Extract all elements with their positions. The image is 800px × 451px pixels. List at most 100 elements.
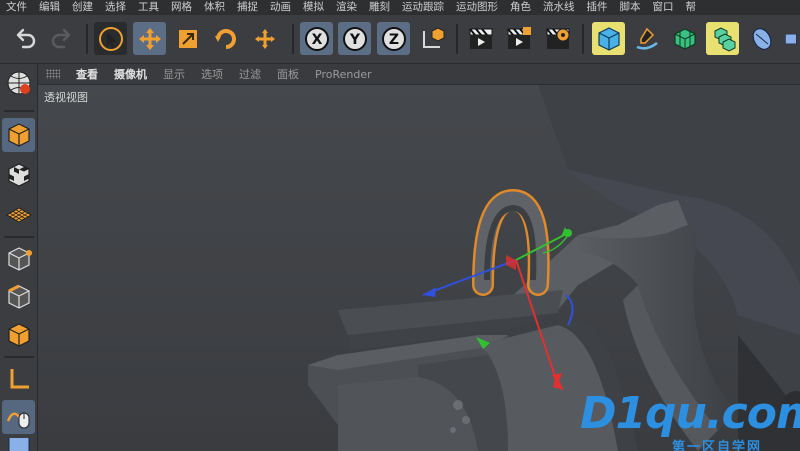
menu-tools[interactable]: 工具 xyxy=(132,0,165,15)
viewport-menu-options[interactable]: 选项 xyxy=(193,66,231,82)
menu-create[interactable]: 创建 xyxy=(66,0,99,15)
edges-mode-button[interactable] xyxy=(2,280,35,314)
cube-button[interactable] xyxy=(592,22,625,55)
menu-bar: 文件 编辑 创建 选择 工具 网格 体积 捕捉 动画 模拟 渲染 雕刻 运动跟踪… xyxy=(0,0,800,15)
polygons-mode-button[interactable] xyxy=(2,318,35,352)
toolbar-divider xyxy=(292,24,294,54)
texture-mode-button[interactable] xyxy=(2,158,35,192)
transform-tool-button[interactable] xyxy=(248,22,281,55)
scene-icon xyxy=(785,33,797,44)
toolbar-divider xyxy=(456,24,458,54)
scene-button[interactable] xyxy=(783,22,800,55)
menu-script[interactable]: 脚本 xyxy=(614,0,647,15)
menu-mesh[interactable]: 网格 xyxy=(165,0,198,15)
scale-tool-button[interactable] xyxy=(171,22,204,55)
z-axis-lock-button[interactable]: Z xyxy=(377,22,410,55)
deformer-icon xyxy=(752,27,771,50)
pen-button[interactable] xyxy=(630,22,663,55)
menu-simulate[interactable]: 模拟 xyxy=(297,0,330,15)
workplane-icon xyxy=(5,207,32,223)
viewport-menu-panel[interactable]: 面板 xyxy=(269,66,307,82)
points-mode-icon xyxy=(7,247,32,271)
tweak-mode-icon xyxy=(6,412,29,429)
y-axis-icon: Y xyxy=(342,26,367,51)
svg-text:X: X xyxy=(311,32,322,48)
render-picture-viewer-icon xyxy=(506,26,531,49)
y-axis-lock-button[interactable]: Y xyxy=(338,22,371,55)
edges-mode-icon xyxy=(7,284,30,309)
viewport-menu-prorender[interactable]: ProRender xyxy=(307,68,380,81)
axis-mode-icon xyxy=(10,369,29,389)
menu-sculpt[interactable]: 雕刻 xyxy=(363,0,396,15)
select-tool-button[interactable] xyxy=(94,22,127,55)
svg-text:Y: Y xyxy=(348,32,360,48)
menu-select[interactable]: 选择 xyxy=(99,0,132,15)
menu-render[interactable]: 渲染 xyxy=(330,0,363,15)
texture-mode-icon xyxy=(7,123,30,147)
model-mode-button[interactable] xyxy=(2,118,35,152)
select-arrow-icon xyxy=(98,26,123,51)
coordinate-system-button[interactable] xyxy=(415,22,448,55)
array-button[interactable] xyxy=(706,22,739,55)
palette-separator xyxy=(4,356,34,358)
menu-file[interactable]: 文件 xyxy=(0,0,33,15)
render-view-button[interactable] xyxy=(464,22,497,55)
viewport-label: 透视视图 xyxy=(44,91,88,104)
render-settings-button[interactable] xyxy=(541,22,574,55)
undo-button[interactable] xyxy=(8,22,41,55)
menu-snap[interactable]: 捕捉 xyxy=(231,0,264,15)
menu-volume[interactable]: 体积 xyxy=(198,0,231,15)
viewport-menu-view[interactable]: 查看 xyxy=(68,66,106,82)
watermark: D1qu.com 第一区自学网 xyxy=(580,392,800,451)
menu-edit[interactable]: 编辑 xyxy=(33,0,66,15)
subdivision-icon xyxy=(673,27,696,50)
checker-texture-icon xyxy=(7,163,30,187)
tweak-mode-button[interactable] xyxy=(2,400,35,434)
render-picture-viewer-button[interactable] xyxy=(502,22,535,55)
polygons-mode-icon xyxy=(7,323,30,347)
toolbar-divider xyxy=(86,24,88,54)
workplane-button[interactable] xyxy=(2,198,35,232)
rotate-tool-button[interactable] xyxy=(209,22,242,55)
menu-animate[interactable]: 动画 xyxy=(264,0,297,15)
axis-mode-button[interactable] xyxy=(2,362,35,396)
make-editable-button[interactable] xyxy=(2,66,35,100)
rotate-icon xyxy=(214,28,236,49)
render-settings-icon xyxy=(545,27,569,49)
menu-help[interactable]: 帮 xyxy=(680,0,703,15)
menu-window[interactable]: 窗口 xyxy=(647,0,680,15)
viewport-menu-display[interactable]: 显示 xyxy=(155,66,193,82)
array-icon xyxy=(714,26,735,52)
cube-icon xyxy=(597,26,620,51)
menu-mograph[interactable]: 运动图形 xyxy=(450,0,504,15)
x-axis-lock-button[interactable]: X xyxy=(300,22,333,55)
render-view-icon xyxy=(468,27,492,49)
make-editable-icon xyxy=(7,71,30,95)
pen-icon xyxy=(636,27,658,50)
main-toolbar: X Y Z xyxy=(0,15,800,64)
mode-palette xyxy=(0,64,38,451)
watermark-sub: 第一区自学网 xyxy=(672,440,763,451)
deformer-button[interactable] xyxy=(745,22,778,55)
solo-icon xyxy=(8,438,29,451)
z-axis-icon: Z xyxy=(381,26,406,51)
redo-icon xyxy=(51,28,70,48)
menu-character[interactable]: 角色 xyxy=(504,0,537,15)
solo-button[interactable] xyxy=(2,438,35,451)
redo-button[interactable] xyxy=(45,22,78,55)
viewport-menu-filter[interactable]: 过滤 xyxy=(231,66,269,82)
subdivision-button[interactable] xyxy=(668,22,701,55)
x-axis-icon: X xyxy=(304,26,329,51)
scale-icon xyxy=(178,29,197,48)
move-tool-button[interactable] xyxy=(133,22,166,55)
menu-plugins[interactable]: 插件 xyxy=(581,0,614,15)
palette-separator xyxy=(4,110,34,112)
transform-icon xyxy=(254,28,275,49)
panel-grip-icon[interactable] xyxy=(46,69,60,79)
menu-motion-tracking[interactable]: 运动跟踪 xyxy=(396,0,450,15)
undo-icon xyxy=(16,28,35,48)
watermark-main: D1qu.com xyxy=(580,388,800,439)
viewport-menu-cameras[interactable]: 摄像机 xyxy=(106,66,155,82)
points-mode-button[interactable] xyxy=(2,242,35,276)
menu-pipeline[interactable]: 流水线 xyxy=(537,0,581,15)
